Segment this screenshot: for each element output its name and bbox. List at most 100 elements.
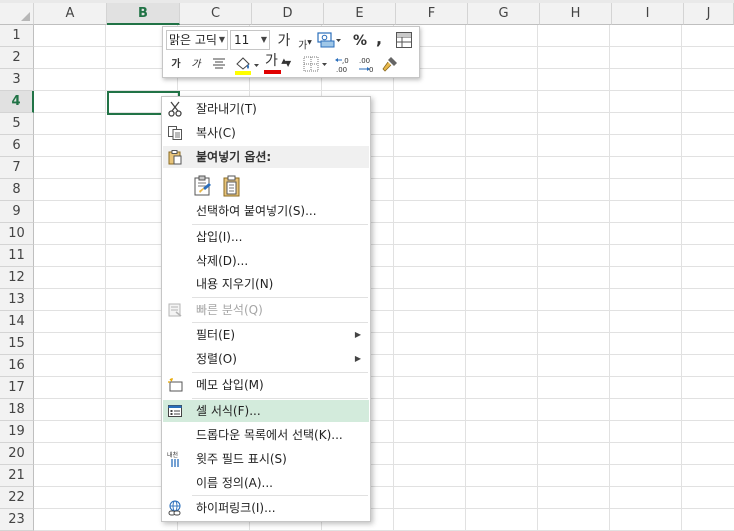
decrease-decimal-button[interactable]: .00 0 bbox=[356, 55, 376, 75]
column-header-a[interactable]: A bbox=[34, 3, 107, 25]
menu-item-insert-comment[interactable]: 메모 삽입(M) bbox=[163, 374, 369, 396]
row-header-5[interactable]: 5 bbox=[0, 113, 34, 135]
row-header-19[interactable]: 19 bbox=[0, 421, 34, 443]
row-header-6[interactable]: 6 bbox=[0, 135, 34, 157]
copy-icon bbox=[168, 126, 182, 140]
menu-item-label: 필터(E) bbox=[196, 328, 236, 342]
increase-decimal-button[interactable]: ,0 .00 bbox=[333, 55, 353, 75]
row-header-8[interactable]: 8 bbox=[0, 179, 34, 201]
menu-item-label: 선택하여 붙여넣기(S)... bbox=[196, 204, 317, 218]
font-color-bar bbox=[264, 70, 281, 74]
row-header-9[interactable]: 9 bbox=[0, 201, 34, 223]
paste-options-header: 붙여넣기 옵션: bbox=[163, 146, 369, 168]
row-header-12[interactable]: 12 bbox=[0, 267, 34, 289]
borders-icon bbox=[303, 56, 327, 72]
column-header-g[interactable]: G bbox=[468, 3, 540, 25]
svg-text:.00: .00 bbox=[359, 57, 370, 65]
row-header-23[interactable]: 23 bbox=[0, 509, 34, 531]
font-color-button[interactable]: 가 ▼ bbox=[263, 53, 295, 74]
row-header-15[interactable]: 15 bbox=[0, 333, 34, 355]
borders-button[interactable] bbox=[301, 54, 329, 74]
menu-separator bbox=[192, 398, 368, 399]
menu-item-paste-special[interactable]: 선택하여 붙여넣기(S)... bbox=[163, 200, 369, 222]
accounting-format-button[interactable] bbox=[316, 30, 342, 50]
menu-separator bbox=[192, 297, 368, 298]
paste-values-icon[interactable] bbox=[222, 175, 242, 197]
menu-item-label: 복사(C) bbox=[196, 126, 236, 140]
format-table-button[interactable] bbox=[394, 31, 414, 51]
column-header-b[interactable]: B bbox=[107, 3, 180, 25]
menu-item-copy[interactable]: 복사(C) bbox=[163, 122, 369, 144]
svg-text:내천: 내천 bbox=[167, 451, 178, 459]
italic-button[interactable]: 가 bbox=[189, 55, 203, 75]
menu-item-show-phonetic[interactable]: 내천 윗주 필드 표시(S) bbox=[163, 448, 369, 470]
row-header-17[interactable]: 17 bbox=[0, 377, 34, 399]
menu-item-label: 이름 정의(A)... bbox=[196, 476, 273, 490]
scissors-icon bbox=[168, 101, 182, 117]
menu-item-insert[interactable]: 삽입(I)... bbox=[163, 226, 369, 248]
row-header-1[interactable]: 1 bbox=[0, 25, 34, 47]
menu-item-label: 메모 삽입(M) bbox=[196, 378, 264, 392]
new-comment-icon bbox=[168, 378, 183, 392]
menu-item-label: 삽입(I)... bbox=[196, 230, 243, 244]
menu-item-label: 내용 지우기(N) bbox=[196, 277, 274, 291]
menu-item-format-cells[interactable]: 셀 서식(F)... bbox=[163, 400, 369, 422]
row-header-20[interactable]: 20 bbox=[0, 443, 34, 465]
menu-separator bbox=[192, 224, 368, 225]
column-header-j[interactable]: J bbox=[684, 3, 734, 25]
menu-item-quick-analysis: 빠른 분석(Q) bbox=[163, 299, 369, 321]
row-header-16[interactable]: 16 bbox=[0, 355, 34, 377]
row-header-14[interactable]: 14 bbox=[0, 311, 34, 333]
row-header-11[interactable]: 11 bbox=[0, 245, 34, 267]
fill-color-button[interactable] bbox=[233, 54, 261, 75]
column-header-i[interactable]: I bbox=[612, 3, 684, 25]
shrink-font-button[interactable]: 가▼ bbox=[297, 33, 313, 53]
menu-item-hyperlink[interactable]: 하이퍼링크(I)... bbox=[163, 497, 369, 519]
column-header-e[interactable]: E bbox=[324, 3, 396, 25]
format-cells-icon bbox=[168, 405, 182, 417]
menu-item-clear-contents[interactable]: 내용 지우기(N) bbox=[163, 273, 369, 295]
fill-color-icon bbox=[235, 57, 259, 75]
align-center-button[interactable] bbox=[210, 55, 228, 75]
menu-item-label: 정렬(O) bbox=[196, 352, 237, 366]
svg-text:0: 0 bbox=[369, 66, 373, 74]
font-size-box[interactable]: 11 ▼ bbox=[230, 30, 270, 50]
menu-separator bbox=[192, 495, 368, 496]
format-painter-icon bbox=[382, 57, 397, 72]
menu-separator bbox=[192, 372, 368, 373]
row-header-13[interactable]: 13 bbox=[0, 289, 34, 311]
hyperlink-icon bbox=[168, 500, 181, 516]
align-center-icon bbox=[213, 58, 225, 69]
column-header-d[interactable]: D bbox=[252, 3, 324, 25]
comma-style-button[interactable]: , bbox=[372, 29, 386, 49]
chevron-down-icon: ▼ bbox=[218, 35, 225, 44]
column-header-c[interactable]: C bbox=[180, 3, 252, 25]
row-header-2[interactable]: 2 bbox=[0, 47, 34, 69]
select-all-corner[interactable] bbox=[0, 3, 34, 25]
percent-style-button[interactable]: % bbox=[352, 31, 368, 51]
row-header-3[interactable]: 3 bbox=[0, 69, 34, 91]
bold-button[interactable]: 가 bbox=[169, 55, 183, 75]
menu-item-pick-from-list[interactable]: 드롭다운 목록에서 선택(K)... bbox=[163, 424, 369, 446]
row-header-22[interactable]: 22 bbox=[0, 487, 34, 509]
row-header-10[interactable]: 10 bbox=[0, 223, 34, 245]
grow-font-button[interactable]: 가▲ bbox=[275, 31, 293, 65]
column-header-f[interactable]: F bbox=[396, 3, 468, 25]
column-header-h[interactable]: H bbox=[540, 3, 612, 25]
menu-item-sort[interactable]: 정렬(O) ▶ bbox=[163, 348, 369, 370]
font-name-box[interactable]: 맑은 고딕 ▼ bbox=[166, 30, 228, 50]
paste-formatting-icon[interactable] bbox=[193, 175, 213, 197]
menu-item-label: 윗주 필드 표시(S) bbox=[196, 452, 287, 466]
row-header-4[interactable]: 4 bbox=[0, 91, 34, 113]
context-menu: 잘라내기(T) 복사(C) 붙여넣기 옵션: 선택하여 붙여넣기(S)... 삽… bbox=[161, 96, 371, 522]
row-header-18[interactable]: 18 bbox=[0, 399, 34, 421]
menu-item-delete[interactable]: 삭제(D)... bbox=[163, 250, 369, 272]
menu-item-define-name[interactable]: 이름 정의(A)... bbox=[163, 472, 369, 494]
menu-item-cut[interactable]: 잘라내기(T) bbox=[163, 98, 369, 120]
shrink-font-glyph: 가 bbox=[298, 40, 308, 52]
quick-analysis-icon bbox=[168, 303, 182, 317]
format-painter-button[interactable] bbox=[380, 54, 400, 74]
menu-item-filter[interactable]: 필터(E) ▶ bbox=[163, 324, 369, 346]
row-header-21[interactable]: 21 bbox=[0, 465, 34, 487]
row-header-7[interactable]: 7 bbox=[0, 157, 34, 179]
